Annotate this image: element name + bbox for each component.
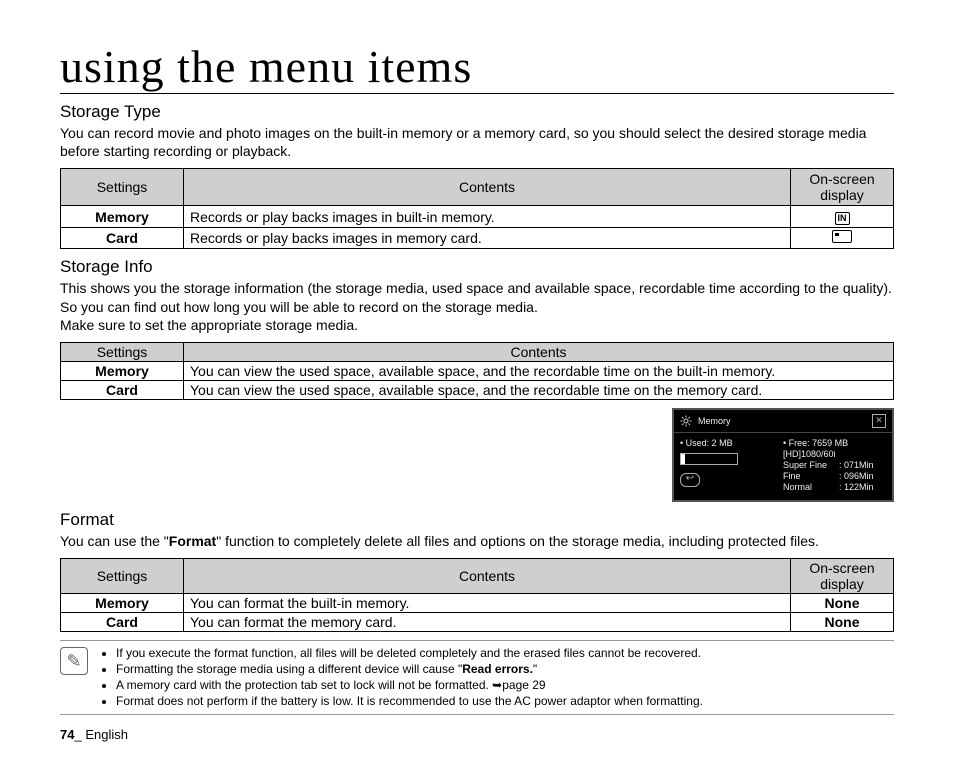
intro-storage-type: You can record movie and photo images on… <box>60 124 894 160</box>
cell-setting: Memory <box>61 594 184 613</box>
text: You can use the " <box>60 533 169 549</box>
note-list: If you execute the format function, all … <box>98 645 703 710</box>
cell-content: You can view the used space, available s… <box>184 380 894 399</box>
table-row: Card You can format the memory card. Non… <box>61 613 894 632</box>
cell-setting: Card <box>61 380 184 399</box>
text-bold: Read errors. <box>462 662 533 676</box>
osd-line-k: Super Fine <box>783 460 839 470</box>
heading-storage-info: Storage Info <box>60 257 894 277</box>
memory-in-icon: IN <box>835 212 850 225</box>
cell-display: None <box>791 594 894 613</box>
table-row: Card You can view the used space, availa… <box>61 380 894 399</box>
table-storage-type: Settings Contents On-screen display Memo… <box>60 168 894 249</box>
cell-setting: Card <box>61 228 184 249</box>
back-icon: ↩ <box>680 473 700 487</box>
cell-display: None <box>791 613 894 632</box>
th-contents: Contents <box>184 559 791 594</box>
th-display: On-screen display <box>791 169 894 206</box>
intro-format: You can use the "Format" function to com… <box>60 532 894 550</box>
table-row: Memory Records or play backs images in b… <box>61 206 894 228</box>
cell-content: Records or play backs images in memory c… <box>184 228 791 249</box>
intro-storage-info: This shows you the storage information (… <box>60 279 894 334</box>
footer-lang: English <box>85 727 128 742</box>
note-item: Formatting the storage media using a dif… <box>116 662 703 677</box>
table-row: Card Records or play backs images in mem… <box>61 228 894 249</box>
osd-title: Memory <box>698 416 731 426</box>
th-settings: Settings <box>61 559 184 594</box>
note-box: ✎ If you execute the format function, al… <box>60 640 894 715</box>
osd-preview: Memory ✕ • Used: 2 MB • Free: 7659 MB ↩ … <box>672 408 894 502</box>
page-footer: 74_ English <box>60 727 894 742</box>
table-storage-info: Settings Contents Memory You can view th… <box>60 342 894 400</box>
cell-content: You can view the used space, available s… <box>184 361 894 380</box>
cell-display <box>791 228 894 249</box>
note-item: If you execute the format function, all … <box>116 646 703 661</box>
page-title: using the menu items <box>60 40 894 94</box>
cell-content: You can format the built-in memory. <box>184 594 791 613</box>
text-bold: Format <box>169 533 216 549</box>
th-settings: Settings <box>61 342 184 361</box>
memory-card-icon <box>832 230 852 243</box>
osd-line-k: Fine <box>783 471 839 481</box>
heading-format: Format <box>60 510 894 530</box>
note-item: A memory card with the protection tab se… <box>116 678 703 693</box>
th-display: On-screen display <box>791 559 894 594</box>
note-icon: ✎ <box>60 647 88 675</box>
th-settings: Settings <box>61 169 184 206</box>
text: " function to completely delete all file… <box>216 533 819 549</box>
footer-sep: _ <box>74 727 85 742</box>
th-contents: Contents <box>184 342 894 361</box>
cell-content: You can format the memory card. <box>184 613 791 632</box>
osd-free: • Free: 7659 MB <box>783 438 886 448</box>
osd-line-k: Normal <box>783 482 839 492</box>
cell-content: Records or play backs images in built-in… <box>184 206 791 228</box>
osd-line-v: : 096Min <box>839 471 874 481</box>
close-icon: ✕ <box>872 414 886 428</box>
text: " <box>533 662 537 676</box>
osd-line-v: : 071Min <box>839 460 874 470</box>
osd-used: • Used: 2 MB <box>680 438 783 448</box>
page-number: 74 <box>60 727 74 742</box>
text: Formatting the storage media using a dif… <box>116 662 462 676</box>
table-format: Settings Contents On-screen display Memo… <box>60 558 894 632</box>
osd-line-v: : 122Min <box>839 482 874 492</box>
table-row: Memory You can format the built-in memor… <box>61 594 894 613</box>
heading-storage-type: Storage Type <box>60 102 894 122</box>
cell-setting: Memory <box>61 361 184 380</box>
cell-setting: Memory <box>61 206 184 228</box>
th-contents: Contents <box>184 169 791 206</box>
osd-mode: [HD]1080/60i <box>783 449 886 459</box>
cell-setting: Card <box>61 613 184 632</box>
note-item: Format does not perform if the battery i… <box>116 694 703 709</box>
gear-icon <box>680 415 692 427</box>
cell-display: IN <box>791 206 894 228</box>
osd-usage-bar <box>680 453 738 465</box>
table-row: Memory You can view the used space, avai… <box>61 361 894 380</box>
